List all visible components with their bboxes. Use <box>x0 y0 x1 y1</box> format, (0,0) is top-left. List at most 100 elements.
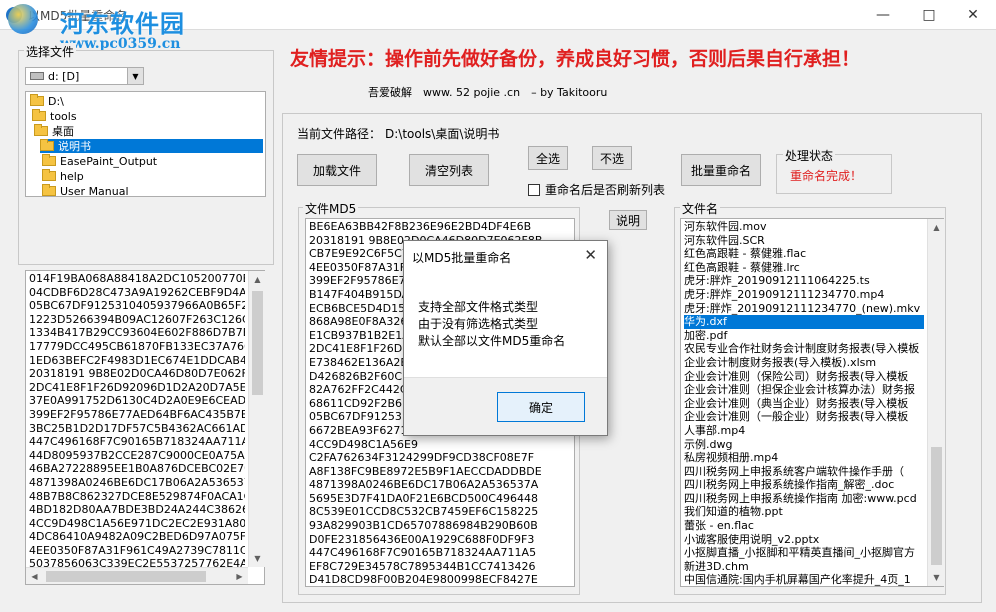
hscroll-thumb[interactable] <box>46 571 206 582</box>
list-item[interactable]: 05BC67DF9125310405937966A0B65F26.csv <box>29 299 245 313</box>
list-item[interactable]: 447C496168F7C90165B718324AA711A5.csv <box>29 435 245 449</box>
drive-select[interactable]: d: [D] ▼ <box>25 67 144 85</box>
list-item[interactable]: 企业会计准则（典当企业）财务报表(导入模板 <box>684 397 924 411</box>
list-item[interactable]: 小抠脚直播_小抠脚和平精英直播间_小抠脚官方 <box>684 546 924 560</box>
list-item[interactable]: 1334B417B29CC93604E602F886D7B7E0.csv <box>29 326 245 340</box>
list-item[interactable]: 3BC25B1D2D17DF57C5B4362AC661AD2B.csv <box>29 422 245 436</box>
load-files-button[interactable]: 加载文件 <box>297 154 377 186</box>
deselect-button[interactable]: 不选 <box>592 146 632 170</box>
list-item[interactable]: 新进3D.chm <box>684 560 924 574</box>
scroll-right-icon[interactable]: ▶ <box>231 568 248 585</box>
list-item[interactable]: 399EF2F95786E77AED64BF6AC435B7BD.csv <box>29 408 245 422</box>
scroll-thumb[interactable] <box>252 291 263 395</box>
list-item[interactable]: 企业会计制度财务报表(导入模板).xlsm <box>684 356 924 370</box>
list-item[interactable]: 河东软件园.SCR <box>684 234 924 248</box>
list-item[interactable]: 1ED63BEFC2F4983D1EC674E1DDCAB4B7.csv <box>29 354 245 368</box>
list-item[interactable]: 4BD182D80AA7BDE3BD24A244C38626C6.csv <box>29 503 245 517</box>
list-item[interactable]: 1223D5266394B09AC12607F263C126CF.csv <box>29 313 245 327</box>
chevron-down-icon[interactable]: ▼ <box>127 68 143 84</box>
folder-tree[interactable]: D:\ tools 桌面 说明书 EasePaint_Output help User Ma… <box>25 91 266 198</box>
tree-item-label: tools <box>50 109 77 123</box>
list-item[interactable]: 虎牙:胖炸_20190912111234770_(new).mkv <box>684 302 924 316</box>
ok-button[interactable]: 确定 <box>497 392 585 422</box>
folder-icon <box>42 184 56 196</box>
refresh-checkbox-row[interactable]: 重命名后是否刷新列表 <box>528 181 665 198</box>
tree-item[interactable]: User Manual <box>42 184 129 198</box>
list-item[interactable]: 46BA27228895EE1B0A876DCEBC02E70EC.csv <box>29 462 245 476</box>
list-item[interactable]: 蕾张 - en.flac <box>684 519 924 533</box>
list-item[interactable]: 四川税务网上申报系统客户端软件操作手册（ <box>684 465 924 479</box>
file-list[interactable]: 014F19BA068A88418A2DC105200770B8.csv04CD… <box>25 270 265 585</box>
list-item[interactable]: 华为.dxf <box>684 315 924 329</box>
list-item[interactable]: EF8C729E34578C7895344B1CC7413426 <box>309 560 571 574</box>
list-item[interactable]: 4CC9D498C1A56E9 <box>309 438 571 452</box>
list-item[interactable]: 014F19BA068A88418A2DC105200770B8.csv <box>29 272 245 286</box>
list-item[interactable]: 四川税务网上申报系统操作指南 加密:www.pcd <box>684 492 924 506</box>
list-item[interactable]: 我们知道的植物.ppt <box>684 505 924 519</box>
list-item[interactable]: 示例.dwg <box>684 438 924 452</box>
list-item[interactable]: 447C496168F7C90165B718324AA711A5 <box>309 546 571 560</box>
list-item[interactable]: 虎牙:胖炸_20190912111234770.mp4 <box>684 288 924 302</box>
tree-item[interactable]: help <box>42 169 84 183</box>
tree-item[interactable]: tools <box>32 109 77 123</box>
list-item[interactable]: 48B7B8C862327DCE8E529874F0ACA1CA.csv <box>29 490 245 504</box>
list-item[interactable]: 04CDBF6D28C473A9A19262CEBF9D4AB0.csv <box>29 286 245 300</box>
list-item[interactable]: 农民专业合作社财务会计制度财务报表(导入模板 <box>684 342 924 356</box>
minimize-button[interactable]: — <box>860 0 906 30</box>
maximize-button[interactable]: □ <box>906 0 952 30</box>
list-item[interactable]: 企业会计准则（担保企业会计核算办法）财务报 <box>684 383 924 397</box>
list-item[interactable]: 4DC86410A9482A09C2BED6D97A075F48.csv <box>29 530 245 544</box>
list-item[interactable]: 小诚客服使用说明_v2.pptx <box>684 533 924 547</box>
list-item[interactable]: 河东软件园.mov <box>684 220 924 234</box>
list-item[interactable]: 加密.pdf <box>684 329 924 343</box>
list-item[interactable]: 4871398A0246BE6DC17B06A2A536537A.csv <box>29 476 245 490</box>
list-item[interactable]: 企业会计准则（保险公司）财务报表(导入模板 <box>684 370 924 384</box>
tree-item[interactable]: 说明书 <box>40 139 263 153</box>
clear-list-button[interactable]: 清空列表 <box>409 154 489 186</box>
list-item[interactable]: 红色高跟鞋 - 蔡健雅.lrc <box>684 261 924 275</box>
select-all-button[interactable]: 全选 <box>528 146 568 170</box>
scroll-down-icon[interactable]: ▼ <box>249 550 266 567</box>
file-list-vscroll[interactable]: ▲ ▼ <box>248 271 265 567</box>
scroll-up-icon[interactable]: ▲ <box>928 219 945 236</box>
batch-rename-button[interactable]: 批量重命名 <box>681 154 761 186</box>
tree-item[interactable]: 桌面 <box>34 124 74 138</box>
list-item[interactable]: 四川税务网上申报系统操作指南_解密_.doc <box>684 478 924 492</box>
list-item[interactable]: 红色高跟鞋 - 蔡健雅.flac <box>684 247 924 261</box>
list-item[interactable]: A8F138FC9BE8972E5B9F1AECCDADDBDE <box>309 465 571 479</box>
list-item[interactable]: 93A829903B1CD65707886984B290B60B <box>309 519 571 533</box>
list-item[interactable]: 17779DCC495CB61870FB133EC37A766E.csv <box>29 340 245 354</box>
scroll-up-icon[interactable]: ▲ <box>249 271 266 288</box>
list-item[interactable]: D0FE231856436E00A1929C688F0DF9F3 <box>309 533 571 547</box>
list-item[interactable]: 44D8095937B2CCE287C9000CE0A75A9A.csv <box>29 449 245 463</box>
scroll-thumb[interactable] <box>931 447 942 565</box>
filename-list-vscroll[interactable]: ▲ ▼ <box>927 219 944 586</box>
list-item[interactable]: 4EE0350F87A31F961C49A2739C7811CD.csv <box>29 544 245 558</box>
list-item[interactable]: C2FA762634F3124299DF9CD38CF08E7F <box>309 451 571 465</box>
filename-list[interactable]: 河东软件园.mov 河东软件园.SCR 红色高跟鞋 - 蔡健雅.flac 红色高跟鞋 … <box>680 218 944 587</box>
list-item[interactable]: 5695E3D7F41DA0F21E6BCD500C496448 <box>309 492 571 506</box>
list-item[interactable]: 4871398A0246BE6DC17B06A2A536537A <box>309 478 571 492</box>
file-list-hscroll[interactable]: ◀ ▶ <box>26 567 248 584</box>
help-button[interactable]: 说明 <box>609 210 647 230</box>
tree-item[interactable]: EasePaint_Output <box>42 154 157 168</box>
tree-item[interactable]: D:\ <box>30 94 64 108</box>
scroll-left-icon[interactable]: ◀ <box>26 568 43 585</box>
close-button[interactable]: ✕ <box>950 0 996 30</box>
list-item[interactable]: 私房视频相册.mp4 <box>684 451 924 465</box>
refresh-checkbox[interactable] <box>528 183 540 196</box>
scroll-down-icon[interactable]: ▼ <box>928 569 945 586</box>
list-item[interactable]: 中国信通院:国内手机屏幕国产化率提升_4页_1 <box>684 573 924 586</box>
list-item[interactable]: BE6EA63BB42F8B236E96E2BD4DF4E6B <box>309 220 571 234</box>
list-item[interactable]: 8C539E01CCD8C532CB7459EF6C158225 <box>309 505 571 519</box>
dialog-close-icon[interactable]: ✕ <box>584 246 597 264</box>
list-item[interactable]: 虎牙:胖炸_20190912111064225.ts <box>684 274 924 288</box>
list-item[interactable]: 2DC41E8F1F26D92096D1D2A20D7A5E0C.csv <box>29 381 245 395</box>
list-item[interactable]: D41D8CD98F00B204E9800998ECF8427E <box>309 573 571 586</box>
list-item[interactable]: 4CC9D498C1A56E971DC2EC2E931A80E4.csv <box>29 517 245 531</box>
list-item[interactable]: 人事部.mp4 <box>684 424 924 438</box>
list-item[interactable]: 企业会计准则（一般企业）财务报表(导入模板 <box>684 410 924 424</box>
list-item[interactable]: 20318191 9B8E02D0CA46D80D7E062F8B.csv <box>29 367 245 381</box>
list-item[interactable]: 5037856063C339EC2E5537257762E4AD.csv <box>29 557 245 567</box>
list-item[interactable]: 37E0A991752D6130C4D2A0E9E6CEAD3B.csv <box>29 394 245 408</box>
